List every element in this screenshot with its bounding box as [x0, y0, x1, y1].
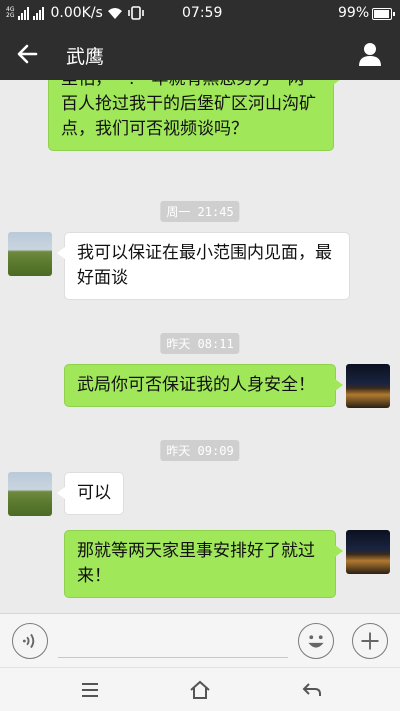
arrow-left-icon[interactable]	[14, 40, 42, 68]
message-bubble-incoming[interactable]: 可以	[57, 472, 124, 515]
message-timestamp: 昨天 09:09	[160, 440, 240, 461]
wifi-icon	[107, 8, 122, 19]
message-bubble-outgoing[interactable]: 武局你可否保证我的人身安全！	[64, 364, 343, 407]
avatar[interactable]	[8, 232, 52, 276]
message-list[interactable]: 里怕，一.一年就有黑恶势力一两百人抢过我干的后堡矿区河山沟矿点，我们可否视频谈吗…	[0, 80, 400, 613]
avatar[interactable]	[8, 472, 52, 516]
back-icon[interactable]	[300, 678, 324, 702]
message-bubble-outgoing[interactable]: 那就等两天家里事安排好了就过来！	[64, 530, 343, 598]
net-speed: 0.00K/s	[50, 5, 103, 21]
status-bar: 4G 2G 0.00K/s 07:59 99%	[0, 0, 400, 28]
battery-icon	[372, 8, 395, 20]
chat-title: 武鹰	[66, 46, 105, 68]
message-input[interactable]	[58, 624, 288, 658]
chat-header: 武鹰	[0, 28, 400, 80]
clock: 07:59	[182, 5, 223, 21]
message-bubble-outgoing[interactable]: 里怕，一.一年就有黑恶势力一两百人抢过我干的后堡矿区河山沟矿点，我们可否视频谈吗…	[48, 80, 341, 151]
plus-icon[interactable]	[352, 623, 388, 659]
emoji-icon[interactable]	[298, 623, 334, 659]
battery-percentage: 99%	[338, 5, 370, 21]
signal-label: 4G 2G	[6, 6, 15, 19]
system-nav-bar	[0, 667, 400, 711]
avatar[interactable]	[346, 364, 390, 408]
signal-icon	[33, 6, 45, 20]
avatar[interactable]	[346, 530, 390, 574]
message-timestamp: 昨天 08:11	[160, 333, 240, 354]
vibrate-icon	[128, 6, 144, 20]
menu-icon[interactable]	[78, 678, 102, 702]
home-icon[interactable]	[188, 678, 212, 702]
voice-icon[interactable]	[12, 623, 48, 659]
message-bubble-incoming[interactable]: 我可以保证在最小范围内见面，最好面谈	[57, 232, 350, 300]
person-icon[interactable]	[356, 40, 384, 68]
signal-icon	[18, 6, 30, 20]
message-input-bar	[0, 613, 400, 667]
message-timestamp: 周一 21:45	[160, 201, 240, 222]
